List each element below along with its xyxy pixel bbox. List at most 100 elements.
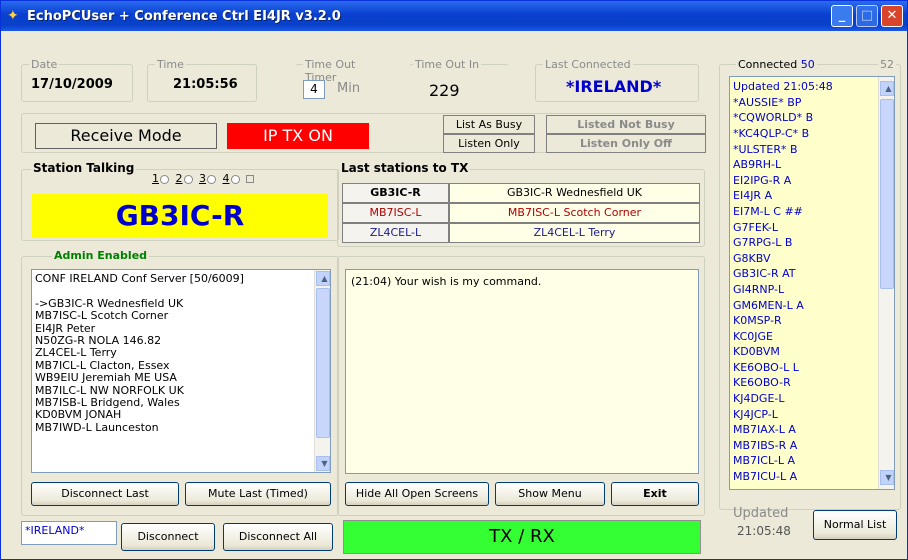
updated-label: Updated bbox=[733, 506, 789, 521]
connected-item[interactable]: EI4JR A bbox=[730, 188, 894, 204]
radio-2[interactable] bbox=[183, 174, 193, 184]
maximize-icon: □ bbox=[860, 8, 874, 23]
connected-item[interactable]: KE6OBO-R bbox=[730, 375, 894, 391]
time-label: Time bbox=[155, 58, 186, 71]
time-value: 21:05:56 bbox=[173, 77, 238, 92]
connect-callsign-input[interactable]: *IRELAND* bbox=[21, 521, 117, 545]
normal-list-button[interactable]: Normal List bbox=[813, 510, 897, 540]
listed-not-busy-button[interactable]: Listed Not Busy bbox=[546, 115, 706, 134]
date-label: Date bbox=[29, 58, 60, 71]
listen-only-off-button[interactable]: Listen Only Off bbox=[546, 134, 706, 153]
last-tx-call-3: ZL4CEL-L bbox=[342, 223, 449, 243]
scroll-thumb[interactable] bbox=[316, 288, 330, 438]
list-as-busy-button[interactable]: List As Busy bbox=[443, 115, 535, 134]
listen-only-button[interactable]: Listen Only bbox=[443, 134, 535, 153]
connected-item[interactable]: *ULSTER* B bbox=[730, 142, 894, 158]
disconnect-button[interactable]: Disconnect bbox=[121, 523, 215, 551]
connected-item[interactable]: G7RPG-L B bbox=[730, 235, 894, 251]
connected-count: 50 bbox=[800, 58, 815, 71]
connected-item[interactable]: KE6OBO-L L bbox=[730, 360, 894, 376]
connected-item[interactable]: Updated 21:05:48 bbox=[730, 80, 894, 95]
radio-1[interactable] bbox=[160, 174, 169, 184]
connected-scrollbar[interactable]: ▲ ▼ bbox=[878, 77, 894, 489]
connected-item[interactable]: EI7M-L C ## bbox=[730, 204, 894, 220]
updated-time: 21:05:48 bbox=[737, 524, 791, 538]
admin-item[interactable]: ZL4CEL-L Terry bbox=[32, 347, 330, 360]
app-icon: ✦ bbox=[7, 8, 19, 24]
connected-label: Connected 50 bbox=[736, 58, 817, 71]
window-title: EchoPCUser + Conference Ctrl EI4JR v3.2.… bbox=[27, 9, 341, 24]
connected-item[interactable]: G7FEK-L bbox=[730, 220, 894, 236]
scroll-thumb[interactable] bbox=[880, 99, 894, 289]
admin-item[interactable]: MB7IWD-L Launceston bbox=[32, 421, 330, 434]
admin-list[interactable]: CONF IRELAND Conf Server [50/6009] ->GB3… bbox=[31, 269, 331, 473]
connected-item[interactable]: MB7IBS-R A bbox=[730, 438, 894, 454]
disconnect-all-button[interactable]: Disconnect All bbox=[223, 523, 333, 551]
minimize-button[interactable]: _ bbox=[831, 5, 853, 27]
minimize-icon: _ bbox=[838, 8, 846, 23]
connected-item[interactable]: KJ4JCP-L bbox=[730, 407, 894, 423]
receive-mode-indicator: Receive Mode bbox=[35, 123, 217, 149]
connected-max: 52 bbox=[878, 58, 896, 71]
admin-item[interactable]: KD0BVM JONAH bbox=[32, 409, 330, 422]
radio-4[interactable] bbox=[230, 174, 240, 184]
connected-item[interactable]: *AUSSIE* BP bbox=[730, 95, 894, 111]
connected-item[interactable]: *KC4QLP-C* B bbox=[730, 126, 894, 142]
timeout-input[interactable]: 4 bbox=[303, 80, 325, 99]
connected-item[interactable]: GB3IC-R AT bbox=[730, 266, 894, 282]
maximize-button[interactable]: □ bbox=[856, 5, 878, 27]
connected-item[interactable]: *CQWORLD* B bbox=[730, 110, 894, 126]
admin-item[interactable] bbox=[32, 285, 330, 297]
app-window: ✦ EchoPCUser + Conference Ctrl EI4JR v3.… bbox=[0, 0, 908, 560]
close-icon: ✕ bbox=[886, 8, 898, 23]
radio-3[interactable] bbox=[207, 174, 216, 184]
connected-item[interactable]: GM6MEN-L A bbox=[730, 298, 894, 314]
connected-item[interactable]: K0MSP-R bbox=[730, 313, 894, 329]
connected-item[interactable]: G8KBV bbox=[730, 251, 894, 267]
chat-area[interactable]: (21:04) Your wish is my command. bbox=[345, 269, 699, 474]
disconnect-last-button[interactable]: Disconnect Last bbox=[31, 482, 179, 506]
connected-item[interactable]: EI2IPG-R A bbox=[730, 173, 894, 189]
scroll-down-icon[interactable]: ▼ bbox=[880, 470, 894, 485]
timeoutin-group: Time Out In 229 bbox=[409, 58, 509, 102]
mute-last-button[interactable]: Mute Last (Timed) bbox=[185, 482, 331, 506]
admin-item[interactable]: WB9EIU Jeremiah ME USA bbox=[32, 371, 330, 384]
connected-item[interactable]: MB7ICL-L A bbox=[730, 453, 894, 469]
title-bar[interactable]: ✦ EchoPCUser + Conference Ctrl EI4JR v3.… bbox=[1, 1, 907, 31]
connected-item[interactable]: AB9RH-L bbox=[730, 157, 894, 173]
station-talking-label: Station Talking bbox=[31, 161, 137, 175]
last-tx-desc-1: GB3IC-R Wednesfield UK bbox=[449, 183, 700, 203]
connected-item[interactable]: MB7ICU-L A bbox=[730, 469, 894, 485]
station-talking-display: GB3IC-R bbox=[32, 194, 328, 238]
last-tx-desc-2: MB7ISC-L Scotch Corner bbox=[449, 203, 700, 223]
scroll-up-icon[interactable]: ▲ bbox=[880, 81, 894, 96]
last-tx-label: Last stations to TX bbox=[339, 161, 471, 175]
connected-item[interactable]: GI4RNP-L bbox=[730, 282, 894, 298]
connected-item[interactable]: MB7IAX-L A bbox=[730, 422, 894, 438]
date-value: 17/10/2009 bbox=[31, 77, 113, 92]
hide-all-screens-button[interactable]: Hide All Open Screens bbox=[345, 482, 489, 506]
connected-item[interactable]: KJ4DGE-L bbox=[730, 391, 894, 407]
station-radios: 1 2 3 4 bbox=[152, 172, 254, 185]
admin-scrollbar[interactable]: ▲ ▼ bbox=[314, 270, 330, 472]
close-button[interactable]: ✕ bbox=[881, 5, 903, 27]
connected-item[interactable]: KD0BVM bbox=[730, 344, 894, 360]
exit-button[interactable]: Exit bbox=[611, 482, 699, 506]
date-group: Date 17/10/2009 bbox=[21, 58, 133, 102]
time-group: Time 21:05:56 bbox=[147, 58, 257, 102]
connected-item[interactable]: KC0JGE bbox=[730, 329, 894, 345]
last-tx-desc-3: ZL4CEL-L Terry bbox=[449, 223, 700, 243]
connected-list[interactable]: Updated 21:05:48 *AUSSIE* BP *CQWORLD* B… bbox=[729, 76, 895, 490]
admin-item[interactable]: CONF IRELAND Conf Server [50/6009] bbox=[32, 272, 330, 285]
admin-item[interactable]: MB7ISC-L Scotch Corner bbox=[32, 309, 330, 322]
radio-1-label: 1 bbox=[152, 172, 159, 185]
timeoutin-value: 229 bbox=[429, 81, 460, 100]
mute-checkbox[interactable] bbox=[246, 175, 254, 183]
chat-line: (21:04) Your wish is my command. bbox=[351, 275, 542, 288]
scroll-down-icon[interactable]: ▼ bbox=[316, 456, 330, 471]
show-menu-button[interactable]: Show Menu bbox=[495, 482, 605, 506]
admin-label: Admin Enabled bbox=[52, 249, 150, 262]
timeout-group: Time Out Timer 4 Min bbox=[295, 58, 391, 102]
scroll-up-icon[interactable]: ▲ bbox=[316, 271, 330, 286]
tx-rx-indicator[interactable]: TX / RX bbox=[343, 520, 701, 554]
